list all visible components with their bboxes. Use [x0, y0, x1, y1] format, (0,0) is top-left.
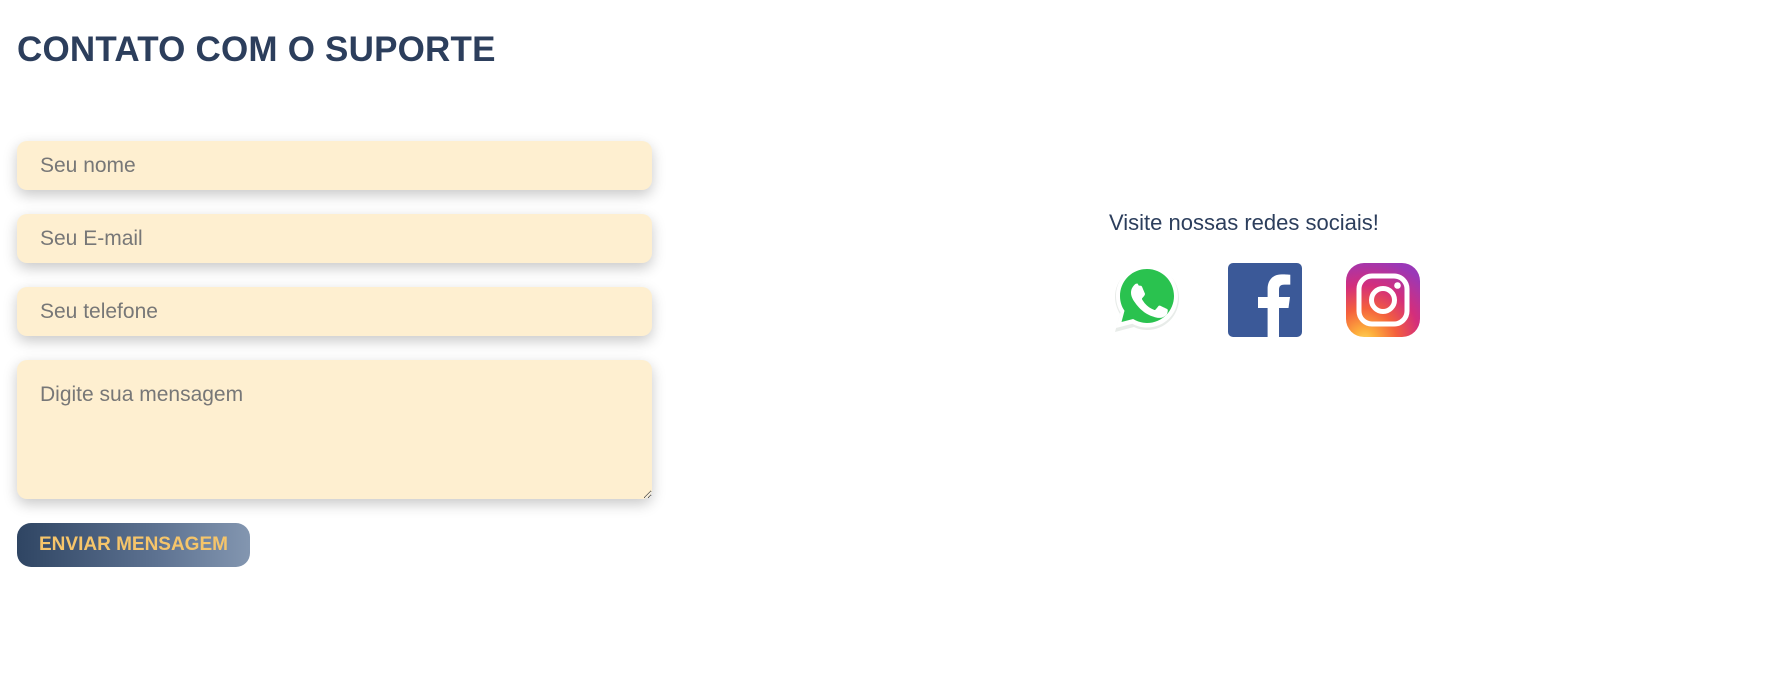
message-textarea[interactable] [17, 360, 652, 499]
social-section: Visite nossas redes sociais! [1109, 210, 1421, 338]
instagram-icon [1346, 263, 1420, 337]
social-heading: Visite nossas redes sociais! [1109, 210, 1379, 235]
send-message-button[interactable]: ENVIAR MENSAGEM [17, 523, 250, 567]
page-title: CONTATO COM O SUPORTE [17, 30, 496, 69]
whatsapp-link[interactable] [1109, 262, 1185, 338]
contact-page: CONTATO COM O SUPORTE ENVIAR MENSAGEM Vi… [0, 0, 1791, 675]
email-input[interactable] [17, 214, 652, 263]
contact-form: ENVIAR MENSAGEM [17, 141, 652, 567]
facebook-link[interactable] [1227, 262, 1303, 338]
facebook-icon [1228, 263, 1302, 337]
name-input[interactable] [17, 141, 652, 190]
instagram-link[interactable] [1345, 262, 1421, 338]
phone-input[interactable] [17, 287, 652, 336]
social-icons [1109, 262, 1421, 338]
whatsapp-icon [1115, 265, 1179, 332]
